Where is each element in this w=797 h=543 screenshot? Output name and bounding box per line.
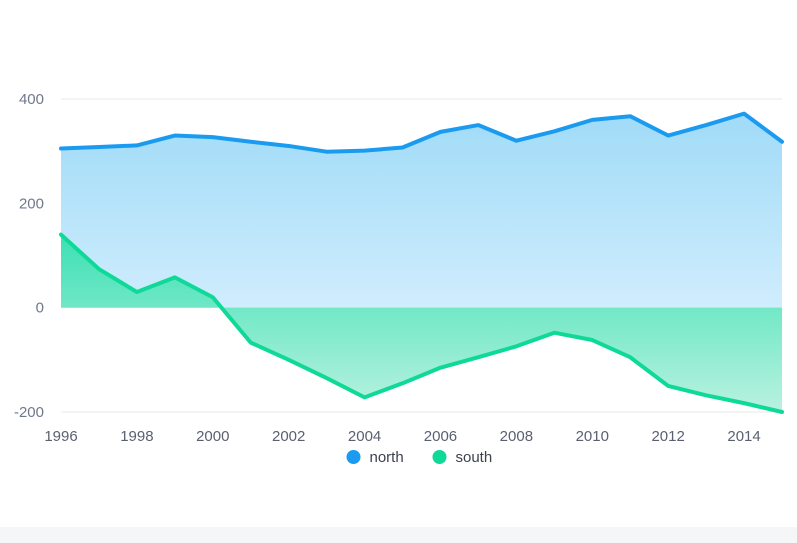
chart-legend[interactable]: north south (346, 449, 493, 466)
legend-marker-north[interactable] (346, 450, 361, 464)
x-tick-label-2010: 2010 (576, 428, 609, 445)
x-tick-label-2012: 2012 (651, 428, 684, 445)
x-axis-ticks: 1996 1998 2000 2002 2004 2006 2008 2010 2012 2014 (44, 428, 760, 445)
y-tick-label--200: -200 (14, 404, 44, 421)
legend-marker-south[interactable] (432, 450, 447, 464)
x-tick-label-2004: 2004 (348, 428, 381, 445)
footer-strip (0, 527, 797, 543)
x-tick-label-1996: 1996 (44, 428, 77, 445)
y-tick-label-200: 200 (19, 195, 44, 212)
y-axis-ticks: 400 200 0 -200 (14, 91, 44, 421)
y-tick-label-400: 400 (19, 91, 44, 108)
legend-label-north[interactable]: north (370, 449, 404, 466)
legend-label-south[interactable]: south (456, 449, 493, 466)
x-tick-label-1998: 1998 (120, 428, 153, 445)
chart-svg: 4002000-200 1996 1998 2000 2002 2004 2006 2008… (14, 91, 784, 466)
x-tick-label-2008: 2008 (500, 428, 533, 445)
x-tick-label-2014: 2014 (727, 428, 760, 445)
series-areas (61, 113, 782, 412)
x-tick-label-2002: 2002 (272, 428, 305, 445)
y-tick-label-0: 0 (36, 300, 44, 317)
area-chart: 400 200 0 -200 1996 1998 2000 2002 2004 2006 2008… (0, 0, 797, 490)
chart-root: 400 200 0 -200 1996 1998 2000 2002 2004 2006 2008… (0, 0, 797, 543)
x-tick-label-2006: 2006 (424, 428, 457, 445)
x-tick-label-2000: 2000 (196, 428, 229, 445)
